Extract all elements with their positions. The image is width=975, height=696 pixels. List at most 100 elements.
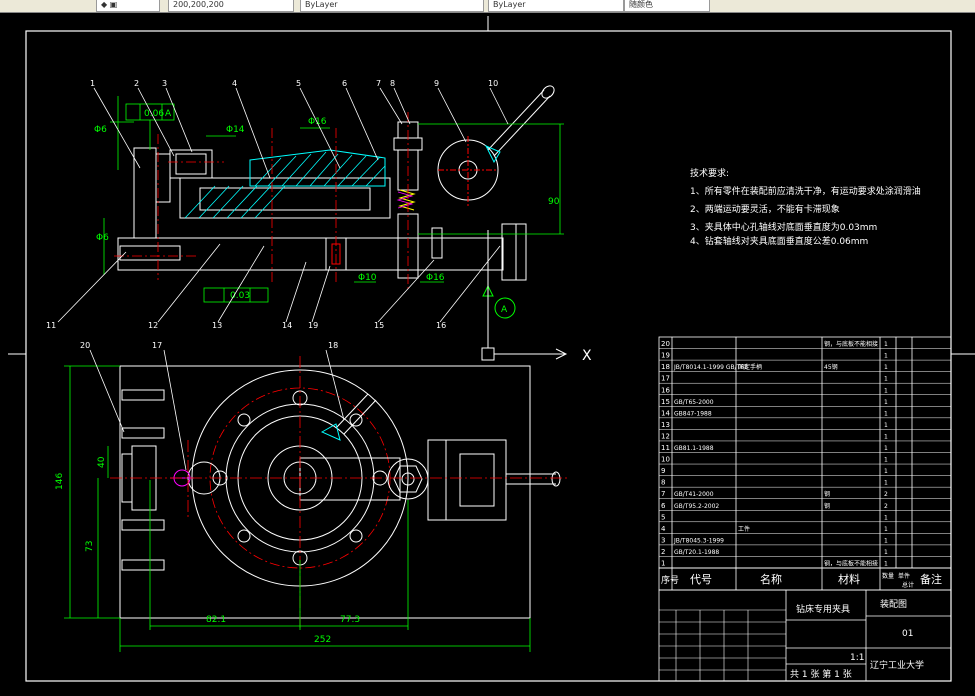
dim-d8: 0.03 — [230, 291, 250, 301]
fixture-body — [179, 177, 391, 219]
bom-header-cell: 名称 — [760, 572, 782, 586]
bom-cell-no: 6 — [661, 502, 666, 510]
bom-cell-code: GB81.1-1988 — [674, 445, 714, 452]
bom-cell-no: 3 — [661, 536, 665, 544]
bom-cell-qty: 1 — [884, 561, 888, 568]
part-label-3: 3 — [162, 79, 167, 88]
part-label-12: 12 — [148, 321, 158, 330]
bom-cell-qty: 1 — [884, 422, 888, 429]
bom-cell-qty: 1 — [884, 526, 888, 533]
bom-cell-qty: 1 — [884, 537, 888, 544]
base-outline — [119, 365, 531, 619]
bom-cell-qty: 2 — [884, 503, 888, 510]
axis-x-label: X — [582, 348, 592, 364]
bom-cell-no: 16 — [661, 386, 670, 394]
bom-header-cell: 备注 — [920, 572, 942, 586]
bom-cell-name: 工件 — [738, 525, 750, 533]
bom-cell-no: 12 — [661, 432, 670, 440]
bom-header-cell: 单件 — [898, 572, 910, 580]
bom-cell-code: GB/T95.2-2002 — [674, 503, 719, 510]
bom-cell-qty: 1 — [884, 468, 888, 475]
bom-cell-no: 17 — [661, 375, 670, 383]
part-label-5: 5 — [296, 79, 301, 88]
tech-note-2: 2、两端运动要灵活，不能有卡滞现象 — [690, 203, 840, 215]
bom-cell-material: 钢，与底板不能相接 — [824, 560, 878, 568]
bom-cell-qty: 1 — [884, 341, 888, 348]
bom-cell-qty: 1 — [884, 549, 888, 556]
part-label-2: 2 — [134, 79, 139, 88]
part-label-19: 19 — [308, 321, 318, 330]
plan-view: 146 40 73 82.1 77.3 252 20 17 18 — [55, 341, 570, 652]
dim-82: 82.1 — [206, 615, 226, 625]
layer-icon: ◆ ▣ — [101, 0, 118, 9]
bom-cell-no: 5 — [661, 513, 665, 521]
bom-header-cell: 数量 — [882, 572, 894, 580]
bom-cell-no: 11 — [661, 444, 670, 452]
bom-cell-qty: 1 — [884, 433, 888, 440]
part-label-13: 13 — [212, 321, 222, 330]
part-label-6: 6 — [342, 79, 347, 88]
bom-header-cell: 材料 — [838, 572, 860, 586]
bom-cell-no: 10 — [661, 456, 670, 464]
lineweight-control[interactable]: ByLayer — [488, 0, 624, 12]
tech-note-3: 3、夹具体中心孔轴线对底面垂直度为0.03mm — [690, 221, 877, 233]
bom-cell-qty: 1 — [884, 399, 888, 406]
title-block-text: 钻床专用夹具 装配图 01 辽宁工业大学 1:1 共 1 张 第 1 张 — [790, 598, 924, 680]
ucs-icon: X — [481, 230, 592, 364]
bom-cell-material: 钢 — [824, 490, 830, 498]
part-label-16: 16 — [436, 321, 446, 330]
dim-d4: Φ14 — [226, 125, 245, 135]
toolbar-icons[interactable]: ◆ ▣ — [96, 0, 160, 12]
bom-cell-qty: 1 — [884, 376, 888, 383]
dim-d10: Φ16 — [426, 273, 445, 283]
sheet-info: 共 1 张 第 1 张 — [790, 668, 852, 680]
tech-note-4: 4、钻套轴线对夹具底面垂直度公差0.06mm — [690, 235, 868, 247]
dim-d9: Φ10 — [358, 273, 377, 283]
part-label-15: 15 — [374, 321, 384, 330]
dim-146: 146 — [55, 473, 65, 490]
company-name: 辽宁工业大学 — [870, 659, 924, 671]
bom-cell-material: 45钢 — [824, 363, 838, 371]
bom-cell-no: 13 — [661, 421, 670, 429]
hatched-section — [249, 149, 386, 187]
bom-cell-name: 固定手柄 — [738, 363, 762, 371]
part-label-9: 9 — [434, 79, 439, 88]
bom-cell-material: 钢 — [824, 502, 830, 510]
color-control[interactable]: 200,200,200 — [168, 0, 294, 12]
bom-cell-no: 9 — [661, 467, 665, 475]
part-label-18: 18 — [328, 341, 338, 350]
bom-cell-no: 4 — [661, 525, 666, 533]
bom-cell-qty: 1 — [884, 353, 888, 360]
part-label-7: 7 — [376, 79, 381, 88]
bom-cell-qty: 2 — [884, 491, 888, 498]
bom-cell-qty: 1 — [884, 364, 888, 371]
base-plate — [117, 237, 504, 271]
bom-header-cell: 序号 — [661, 574, 679, 586]
technical-notes: 技术要求: 1、所有零件在装配前应清洗干净，有运动要求处涂润滑油 2、两端运动要… — [690, 167, 921, 247]
bom-rows: 20 钢，与底板不能相接 119 118 JB/T8014.1-1999 GB/T68固… — [659, 340, 951, 589]
bom-cell-qty: 1 — [884, 445, 888, 452]
dim-d1: Φ6 — [94, 125, 107, 135]
linetype-control[interactable]: ByLayer — [300, 0, 484, 12]
dim-d3: A — [165, 109, 172, 119]
dim-252: 252 — [314, 635, 331, 645]
bom-cell-no: 8 — [661, 479, 665, 487]
bom-cell-no: 1 — [661, 560, 665, 568]
bom-cell-code: GB/T65-2000 — [674, 399, 714, 406]
bom-cell-no: 18 — [661, 363, 670, 371]
bom-cell-qty: 1 — [884, 480, 888, 487]
plotstyle-control[interactable]: 随颜色 — [624, 0, 710, 12]
drawing-type: 装配图 — [880, 598, 907, 610]
bom-cell-qty: 1 — [884, 410, 888, 417]
bom-cell-qty: 1 — [884, 387, 888, 394]
part-label-11: 11 — [46, 321, 56, 330]
dim-d7: Φ6 — [96, 233, 109, 243]
bom-cell-code: GB847-1988 — [674, 410, 712, 417]
part-label-17: 17 — [152, 341, 162, 350]
bom-cell-no: 20 — [661, 340, 670, 348]
part-label-10: 10 — [488, 79, 498, 88]
scale: 1:1 — [850, 653, 864, 663]
bom-cell-no: 15 — [661, 398, 670, 406]
cad-drawing[interactable]: Φ6 0.06 A Φ14 Φ16 90 Φ6 0.03 Φ10 Φ16 A — [0, 12, 975, 696]
part-label-14: 14 — [282, 321, 292, 330]
